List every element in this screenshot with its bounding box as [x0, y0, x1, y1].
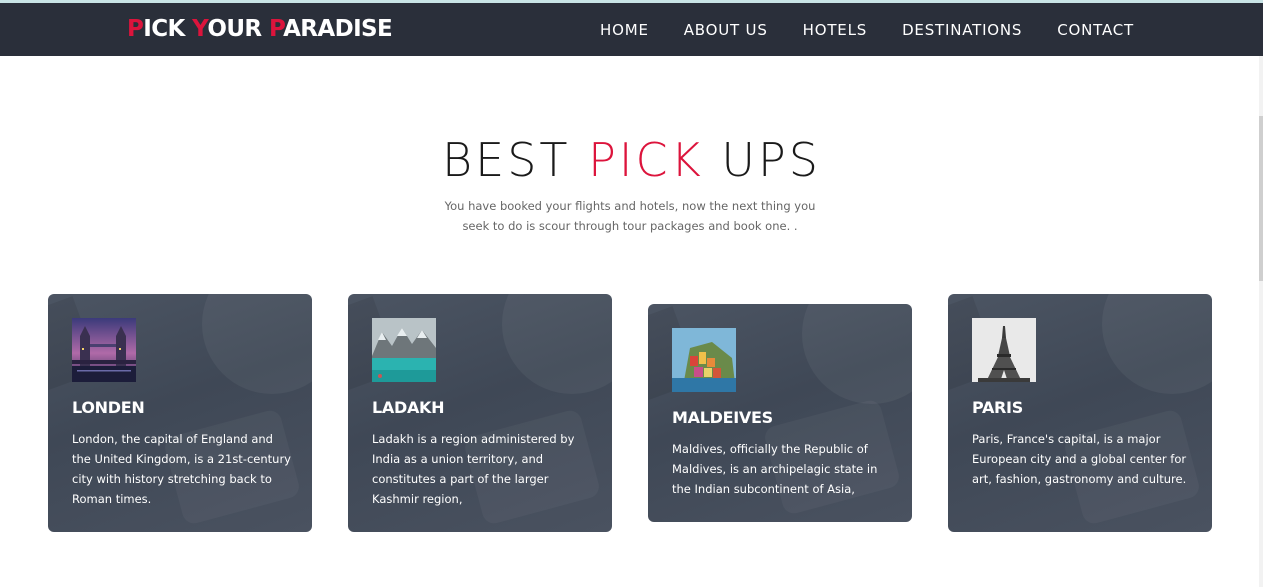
destination-card[interactable]: MALDEIVES Maldives, officially the Repub…: [648, 304, 912, 522]
section-heading: BEST PICK UPS: [0, 133, 1263, 187]
card-title: LONDEN: [72, 398, 145, 417]
card-title: PARIS: [972, 398, 1023, 417]
logo-text: ARADISE: [283, 16, 393, 42]
logo-letter: P: [268, 16, 284, 42]
heading-text: BEST: [442, 133, 589, 187]
destination-card[interactable]: LADAKH Ladakh is a region administered b…: [348, 294, 612, 532]
card-description: Paris, France's capital, is a major Euro…: [972, 432, 1187, 486]
nav-contact-link[interactable]: CONTACT: [1057, 21, 1134, 39]
destination-card[interactable]: PARIS Paris, France's capital, is a majo…: [948, 294, 1212, 532]
coastal-village-image: [672, 328, 736, 392]
nav-destinations-link[interactable]: DESTINATIONS: [902, 21, 1022, 39]
ladakh-lake-mountains-image: [372, 318, 436, 382]
nav-hotels-link[interactable]: HOTELS: [803, 21, 867, 39]
card-title: MALDEIVES: [672, 408, 773, 427]
logo-text: OUR: [207, 16, 269, 42]
navbar: PICK YOUR PARADISE HOME ABOUT US HOTELS …: [0, 3, 1263, 56]
section-subtitle: You have booked your flights and hotels,…: [444, 199, 816, 233]
nav-about-link[interactable]: ABOUT US: [684, 21, 768, 39]
eiffel-tower-image: [972, 318, 1036, 382]
site-logo[interactable]: PICK YOUR PARADISE: [127, 16, 393, 42]
main-nav: HOME ABOUT US HOTELS DESTINATIONS CONTAC…: [600, 21, 1134, 39]
logo-letter: Y: [192, 16, 208, 42]
card-title: LADAKH: [372, 398, 445, 417]
logo-letter: P: [127, 16, 144, 42]
heading-text: UPS: [703, 133, 821, 187]
card-description: Ladakh is a region administered by India…: [372, 432, 575, 506]
card-description: London, the capital of England and the U…: [72, 432, 291, 506]
destination-card[interactable]: LONDEN London, the capital of England an…: [48, 294, 312, 532]
london-tower-bridge-image: [72, 318, 136, 382]
nav-home-link[interactable]: HOME: [600, 21, 649, 39]
card-description: Maldives, officially the Republic of Mal…: [672, 442, 878, 496]
logo-text: ICK: [143, 16, 193, 42]
heading-accent-text: PICK: [588, 133, 704, 187]
